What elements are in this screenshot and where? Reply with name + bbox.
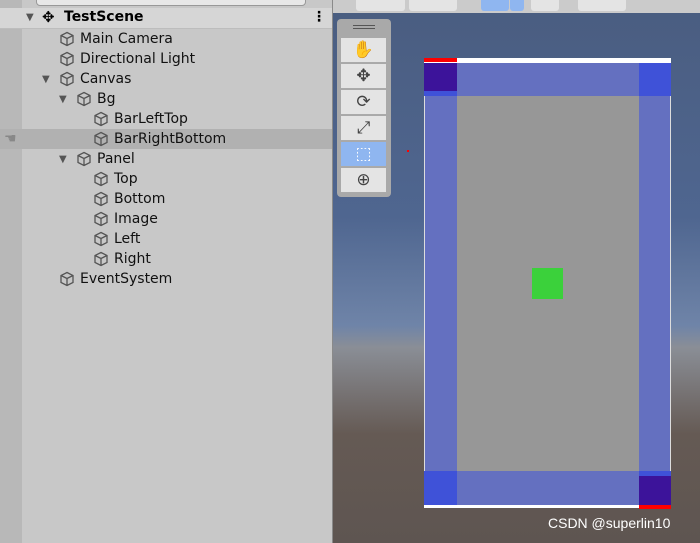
rect-tool-icon: ⬚ — [355, 144, 372, 164]
scene-title: TestScene — [64, 9, 144, 25]
gameobject-cube-icon — [93, 111, 109, 127]
transform-icon: ⊕ — [356, 170, 371, 190]
expand-triangle-icon[interactable]: ▼ — [42, 70, 50, 90]
rotate-tool-button[interactable]: ⟳ — [341, 90, 386, 115]
corner-bottom-left — [424, 471, 457, 505]
hierarchy-item-label: Bottom — [114, 191, 166, 207]
gameobject-cube-icon — [93, 171, 109, 187]
gameobject-cube-icon — [59, 71, 75, 87]
scale-tool-button[interactable]: ⤢ — [341, 116, 386, 141]
hand-tool-button[interactable]: ✋ — [341, 38, 386, 63]
rect-tool-tool-button[interactable]: ⬚ — [341, 142, 386, 167]
gameobject-cube-icon — [59, 51, 75, 67]
bottom-right-red-marker — [639, 505, 671, 509]
expand-triangle-icon[interactable]: ▼ — [59, 150, 67, 170]
gameobject-cube-icon — [59, 271, 75, 287]
shading-dropdown[interactable] — [409, 0, 457, 11]
hierarchy-item[interactable]: Bottom — [0, 189, 332, 209]
top-left-red-marker — [424, 58, 457, 62]
gizmos-dropdown[interactable] — [578, 0, 626, 11]
hierarchy-panel: ▼ ✥ TestScene ⋮ Main Camera Directional L… — [0, 0, 332, 543]
scene-row[interactable]: ▼ ✥ TestScene ⋮ — [0, 8, 332, 29]
hierarchy-item-label: Directional Light — [80, 51, 196, 67]
move-tool-button[interactable]: ✥ — [341, 64, 386, 89]
hierarchy-item-label: Bg — [97, 91, 116, 107]
draw-mode-dropdown[interactable] — [356, 0, 405, 11]
gameobject-cube-icon — [93, 231, 109, 247]
hierarchy-item[interactable]: Main Camera — [0, 29, 332, 49]
gameobject-cube-icon — [93, 191, 109, 207]
gameobject-cube-icon — [76, 91, 92, 107]
hierarchy-item-label: Top — [114, 171, 138, 187]
hierarchy-search-input[interactable] — [36, 0, 306, 6]
hierarchy-item[interactable]: EventSystem — [0, 269, 332, 289]
gameobject-cube-icon — [93, 211, 109, 227]
magnet-toggle[interactable] — [531, 0, 559, 11]
hierarchy-item-label: Right — [114, 251, 151, 267]
hierarchy-item-label: Panel — [97, 151, 135, 167]
hierarchy-item[interactable]: ▼ Canvas — [0, 69, 332, 89]
hierarchy-item[interactable]: ▼ Panel — [0, 149, 332, 169]
green-image[interactable] — [532, 268, 563, 299]
rotate-icon: ⟳ — [356, 92, 371, 112]
watermark: CSDN @superlin10 — [548, 515, 671, 531]
snap-toggle[interactable] — [481, 0, 509, 11]
scene-toolbar — [333, 0, 700, 13]
hierarchy-item-label: BarLeftTop — [114, 111, 188, 127]
gameobject-cube-icon — [76, 151, 92, 167]
hierarchy-item-label: Main Camera — [80, 31, 173, 47]
gameobject-cube-icon — [93, 251, 109, 267]
drag-handle-icon[interactable] — [353, 25, 375, 29]
hierarchy-item[interactable]: Directional Light — [0, 49, 332, 69]
hierarchy-item[interactable]: ☚ BarRightBottom — [0, 129, 332, 149]
hierarchy-item[interactable]: Image — [0, 209, 332, 229]
hierarchy-item[interactable]: Top — [0, 169, 332, 189]
hierarchy-item-label: BarRightBottom — [114, 131, 227, 147]
hierarchy-item[interactable]: ▼ Bg — [0, 89, 332, 109]
bar-left-top[interactable] — [424, 63, 457, 91]
hierarchy-item[interactable]: BarLeftTop — [0, 109, 332, 129]
scale-icon: ⤢ — [356, 118, 371, 138]
hierarchy-item[interactable]: Right — [0, 249, 332, 269]
pivot-dot — [407, 150, 409, 152]
tool-palette: ✋ ✥ ⟳ ⤢ ⬚ ⊕ — [337, 19, 391, 197]
hierarchy-item[interactable]: Left — [0, 229, 332, 249]
canvas-bottom-edge — [424, 505, 671, 508]
unity-scene-icon: ✥ — [42, 8, 55, 26]
gameobject-cube-icon — [93, 131, 109, 147]
hand-icon: ✋ — [352, 40, 375, 60]
transform-tool-button[interactable]: ⊕ — [341, 168, 386, 193]
snap-dropdown[interactable] — [510, 0, 524, 11]
more-menu-icon[interactable]: ⋮ — [312, 9, 326, 25]
hierarchy-item-label: Canvas — [80, 71, 132, 87]
hierarchy-item-label: EventSystem — [80, 271, 173, 287]
expand-triangle-icon[interactable]: ▼ — [59, 90, 67, 110]
bar-left-top-edge — [424, 91, 457, 96]
gameobject-cube-icon — [59, 31, 75, 47]
expand-triangle-icon[interactable]: ▼ — [26, 12, 34, 23]
hierarchy-item-label: Left — [114, 231, 141, 247]
hand-cursor-icon: ☚ — [4, 131, 17, 147]
bar-right-bottom[interactable] — [639, 476, 671, 505]
corner-top-right — [639, 63, 671, 96]
move-icon: ✥ — [356, 66, 371, 86]
hierarchy-item-label: Image — [114, 211, 158, 227]
